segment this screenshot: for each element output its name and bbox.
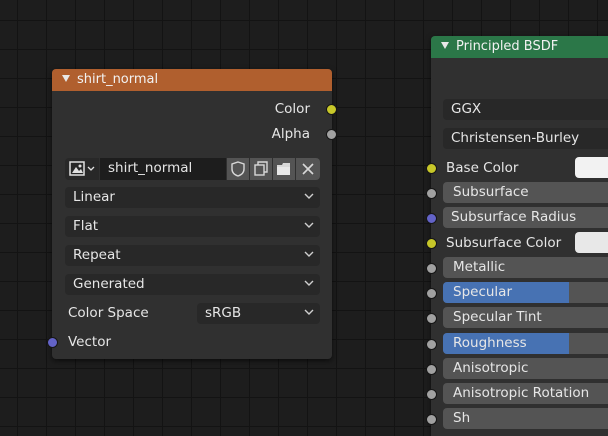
image-texture-node-header[interactable]: shirt_normal bbox=[52, 69, 332, 91]
image-name-value: shirt_normal bbox=[108, 160, 193, 176]
node-title: shirt_normal bbox=[77, 72, 159, 87]
principled-bsdf-node-header[interactable]: Principled BSDF bbox=[431, 36, 608, 58]
color-space-dropdown[interactable]: sRGB bbox=[197, 303, 320, 324]
node-title: Principled BSDF bbox=[456, 39, 559, 54]
chevron-down-icon bbox=[304, 309, 314, 315]
interpolation-dropdown[interactable]: Linear bbox=[65, 187, 320, 208]
anisotropic-socket[interactable] bbox=[426, 364, 437, 375]
subsurface-color-label: Subsurface Color bbox=[446, 235, 562, 251]
folder-icon bbox=[277, 163, 290, 175]
subsurface-method-value: Christensen-Burley bbox=[451, 130, 580, 146]
subsurface-color-socket[interactable] bbox=[426, 238, 437, 249]
subsurface-color-swatch[interactable] bbox=[575, 232, 608, 253]
principled-bsdf-node[interactable]: Principled BSDF GGX Christensen-Burley B… bbox=[426, 36, 608, 436]
specular-tint-label: Specular Tint bbox=[453, 309, 542, 325]
chevron-down-icon bbox=[304, 251, 314, 257]
specular-socket[interactable] bbox=[426, 288, 437, 299]
subsurface-label: Subsurface bbox=[453, 184, 529, 200]
image-texture-node[interactable]: shirt_normal Color Alpha shirt_normal Li… bbox=[47, 69, 337, 359]
sheen-field[interactable]: Sh bbox=[443, 408, 608, 429]
vector-input-label: Vector bbox=[68, 334, 112, 350]
extension-value: Repeat bbox=[73, 247, 121, 263]
open-image-button[interactable] bbox=[273, 158, 295, 180]
sheen-label: Sh bbox=[453, 410, 471, 426]
subsurface-radius-field[interactable]: Subsurface Radius bbox=[443, 207, 608, 228]
distribution-dropdown[interactable]: GGX bbox=[443, 99, 608, 120]
subsurface-method-dropdown[interactable]: Christensen-Burley bbox=[443, 128, 608, 149]
anisotropic-label: Anisotropic bbox=[453, 360, 529, 376]
source-value: Generated bbox=[73, 276, 145, 292]
output-alpha-label: Alpha bbox=[271, 126, 310, 142]
subsurface-field[interactable]: Subsurface bbox=[443, 182, 608, 203]
unlink-image-button[interactable] bbox=[296, 158, 320, 180]
collapse-triangle-icon[interactable] bbox=[62, 75, 70, 82]
specular-slider[interactable]: Specular bbox=[443, 282, 608, 303]
anisotropic-field[interactable]: Anisotropic bbox=[443, 358, 608, 379]
roughness-socket[interactable] bbox=[426, 339, 437, 350]
image-name-field[interactable]: shirt_normal bbox=[100, 158, 226, 180]
copy-icon bbox=[254, 161, 268, 176]
anisotropic-rotation-socket[interactable] bbox=[426, 389, 437, 400]
vector-input-socket[interactable] bbox=[47, 337, 58, 348]
output-color-label: Color bbox=[274, 101, 310, 117]
collapse-triangle-icon[interactable] bbox=[441, 42, 449, 49]
fake-user-button[interactable] bbox=[227, 158, 249, 180]
projection-value: Flat bbox=[73, 218, 99, 234]
subsurface-radius-label: Subsurface Radius bbox=[451, 209, 577, 225]
shield-icon bbox=[231, 161, 245, 177]
specular-label: Specular bbox=[453, 284, 512, 300]
distribution-value: GGX bbox=[451, 101, 482, 117]
chevron-down-icon bbox=[304, 193, 314, 199]
specular-tint-field[interactable]: Specular Tint bbox=[443, 307, 608, 328]
metallic-field[interactable]: Metallic bbox=[443, 257, 608, 278]
base-color-swatch[interactable] bbox=[575, 157, 608, 178]
base-color-label: Base Color bbox=[446, 160, 519, 176]
metallic-socket[interactable] bbox=[426, 263, 437, 274]
output-color-socket[interactable] bbox=[326, 104, 337, 115]
extension-dropdown[interactable]: Repeat bbox=[65, 245, 320, 266]
roughness-label: Roughness bbox=[453, 335, 527, 351]
anisotropic-rotation-field[interactable]: Anisotropic Rotation bbox=[443, 383, 608, 404]
specular-tint-socket[interactable] bbox=[426, 313, 437, 324]
chevron-down-icon bbox=[304, 280, 314, 286]
subsurface-radius-socket[interactable] bbox=[426, 213, 437, 224]
chevron-down-icon bbox=[304, 222, 314, 228]
color-space-value: sRGB bbox=[205, 305, 242, 321]
image-icon bbox=[69, 161, 95, 176]
metallic-label: Metallic bbox=[453, 259, 506, 275]
interpolation-value: Linear bbox=[73, 189, 115, 205]
base-color-socket[interactable] bbox=[426, 163, 437, 174]
source-dropdown[interactable]: Generated bbox=[65, 274, 320, 295]
close-icon bbox=[302, 163, 314, 175]
projection-dropdown[interactable]: Flat bbox=[65, 216, 320, 237]
subsurface-socket[interactable] bbox=[426, 188, 437, 199]
output-alpha-socket[interactable] bbox=[326, 129, 337, 140]
color-space-label: Color Space bbox=[68, 305, 149, 321]
anisotropic-rotation-label: Anisotropic Rotation bbox=[453, 385, 590, 401]
roughness-slider[interactable]: Roughness bbox=[443, 333, 608, 354]
image-browse-button[interactable] bbox=[65, 158, 99, 180]
duplicate-image-button[interactable] bbox=[250, 158, 272, 180]
